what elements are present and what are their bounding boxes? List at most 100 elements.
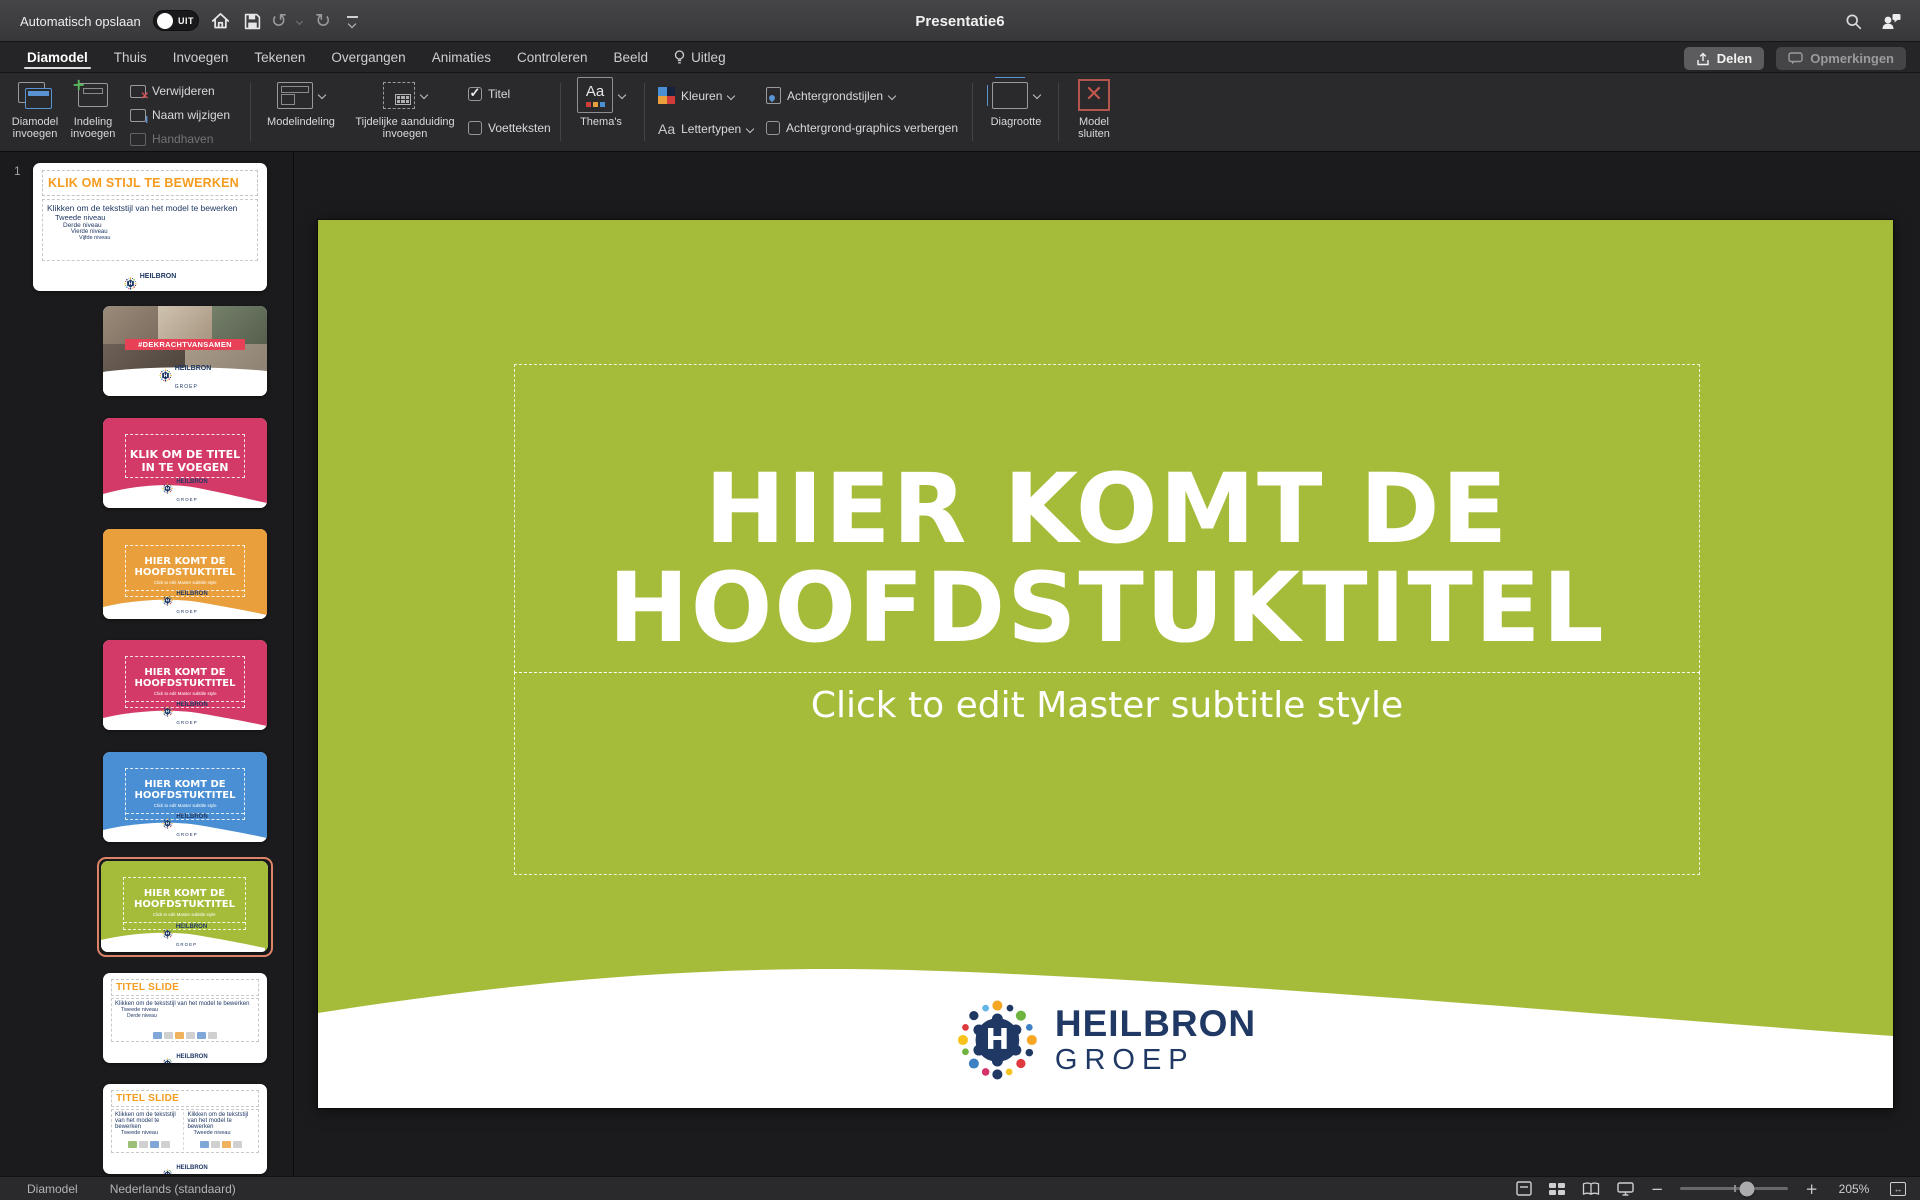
heilbron-logo: HEILBRONGROEP — [162, 915, 207, 951]
chevron-down-icon — [618, 91, 626, 99]
thumb-footer: HEILBRONGROEP — [103, 372, 267, 396]
tab-overgangen[interactable]: Overgangen — [318, 42, 418, 72]
thumbnail-chapter-blue[interactable]: HIER KOMT DEHOOFDSTUKTITEL Click to edit… — [103, 752, 267, 842]
slide-master-icon — [18, 82, 52, 109]
heilbron-logo: HEILBRONGROEP — [162, 1045, 207, 1063]
chevron-down-icon — [1033, 91, 1041, 99]
insert-slide-master-button[interactable]: Diamodel invoegen — [6, 78, 64, 140]
slide-size-icon — [992, 82, 1028, 109]
zoom-out-button[interactable]: − — [1651, 1180, 1664, 1198]
tab-beeld[interactable]: Beeld — [601, 42, 662, 72]
brand-name: HEILBRON — [1055, 1005, 1256, 1042]
tab-animaties[interactable]: Animaties — [419, 42, 504, 72]
background-styles-button[interactable]: Achtergrondstijlen — [766, 87, 895, 104]
slide-master-green[interactable]: HIER KOMT DE HOOFDSTUKTITEL Click to edi… — [318, 220, 1893, 1108]
insert-placeholder-button[interactable]: Tijdelijke aanduiding invoegen — [346, 78, 464, 140]
tab-thuis[interactable]: Thuis — [101, 42, 160, 72]
checkbox-unchecked-icon — [766, 121, 780, 135]
themes-button[interactable]: Aa Thema's — [568, 78, 634, 128]
chevron-down-icon — [746, 125, 754, 133]
placeholder-icon — [383, 82, 415, 109]
theme-fonts-icon: Aa — [658, 121, 675, 137]
preserve-button[interactable]: Handhaven — [130, 132, 213, 146]
rename-icon: I — [130, 109, 146, 122]
insert-layout-icon: + — [78, 83, 108, 107]
lightbulb-icon — [674, 50, 685, 65]
reading-view-icon[interactable] — [1582, 1182, 1600, 1196]
tab-controleren[interactable]: Controleren — [504, 42, 601, 72]
ribbon-divider — [250, 83, 251, 141]
slide-sorter-view-icon[interactable] — [1549, 1183, 1565, 1195]
ribbon-actions: Delen Opmerkingen — [1684, 47, 1906, 70]
footers-checkbox[interactable]: Voetteksten — [468, 121, 551, 135]
delete-slide-icon: ✕ — [130, 85, 146, 98]
rename-button[interactable]: I Naam wijzigen — [130, 108, 230, 122]
checkbox-unchecked-icon — [468, 121, 482, 135]
colors-button[interactable]: Kleuren — [658, 87, 734, 104]
background-styles-icon — [766, 87, 781, 104]
zoom-percentage[interactable]: 205% — [1835, 1182, 1873, 1196]
delete-button[interactable]: ✕ Verwijderen — [130, 84, 215, 98]
thumbnail-titel-slide[interactable]: TITEL SLIDE Klikken om de tekststijl van… — [103, 973, 267, 1063]
view-name-label: Diamodel — [27, 1182, 78, 1196]
thumbnail-titel-slide-two-content[interactable]: TITEL SLIDE Klikken om de tekststijl van… — [103, 1084, 267, 1174]
brand-subname: GROEP — [1055, 1046, 1256, 1075]
thumbnail-chapter-green-selected[interactable]: HIER KOMT DEHOOFDSTUKTITEL Click to edit… — [97, 857, 273, 957]
close-master-icon: ✕ — [1078, 79, 1110, 111]
thumb-title-placeholder: TITEL SLIDE — [111, 1090, 259, 1107]
presence-share-icon[interactable] — [1874, 0, 1906, 42]
zoom-slider[interactable] — [1680, 1187, 1788, 1190]
search-icon[interactable] — [1838, 0, 1868, 42]
thumb-body-placeholder: Klikken om de tekststijl van het model t… — [42, 199, 258, 261]
ribbon-divider — [560, 83, 561, 141]
slide-number: 1 — [14, 164, 21, 178]
ribbon-divider — [644, 83, 645, 141]
tab-tekenen[interactable]: Tekenen — [241, 42, 318, 72]
ribbon-divider — [1058, 83, 1059, 141]
master-layout-icon — [277, 82, 313, 109]
master-layout-button[interactable]: Modelindeling — [258, 78, 344, 128]
title-placeholder[interactable]: HIER KOMT DE HOOFDSTUKTITEL — [514, 364, 1700, 673]
fonts-button[interactable]: Aa Lettertypen — [658, 121, 753, 137]
tab-invoegen[interactable]: Invoegen — [160, 42, 242, 72]
thumb-content-placeholder: Klikken om de tekststijl van het model t… — [111, 1109, 259, 1153]
heilbron-logo: HEILBRONGROEP — [159, 357, 212, 393]
statusbar: Diamodel Nederlands (standaard) − + 205% — [0, 1176, 1920, 1200]
fit-slide-to-window-icon[interactable]: ↔ — [1890, 1182, 1906, 1196]
themes-icon: Aa — [577, 77, 613, 113]
thumbnail-photo-layout[interactable]: #DEKRACHTVANSAMEN HEILBRONGROEP — [103, 306, 267, 396]
comment-icon — [1788, 52, 1803, 65]
heilbron-logo-mark — [955, 998, 1039, 1082]
share-button[interactable]: Delen — [1684, 47, 1764, 70]
thumbnail-chapter-green: HIER KOMT DEHOOFDSTUKTITEL Click to edit… — [101, 861, 268, 952]
language-selector[interactable]: Nederlands (standaard) — [110, 1182, 236, 1196]
tab-uitleg[interactable]: Uitleg — [661, 42, 739, 72]
slideshow-view-icon[interactable] — [1617, 1182, 1634, 1196]
chevron-down-icon — [888, 91, 896, 99]
subtitle-placeholder[interactable]: Click to edit Master subtitle style — [514, 672, 1700, 875]
thumbnail-chapter-crimson[interactable]: HIER KOMT DEHOOFDSTUKTITEL Click to edit… — [103, 640, 267, 730]
ribbon-divider — [972, 83, 973, 141]
hide-background-graphics-checkbox[interactable]: Achtergrond-graphics verbergen — [766, 121, 958, 135]
thumb-content-placeholder: Klikken om de tekststijl van het model t… — [111, 998, 259, 1042]
chevron-down-icon — [318, 91, 326, 99]
theme-colors-icon — [658, 87, 675, 104]
slide-size-button[interactable]: Diagrootte — [980, 78, 1052, 128]
checkbox-checked-icon: ✓ — [468, 87, 482, 101]
thumbnail-master-slide[interactable]: KLIK OM STIJL TE BEWERKEN Klikken om de … — [33, 163, 267, 291]
thumbnail-title-layout-crimson[interactable]: KLIK OM DE TITELIN TE VOEGEN HEILBRONGRO… — [103, 418, 267, 508]
slide-thumbnail-panel: 1 KLIK OM STIJL TE BEWERKEN Klikken om d… — [0, 152, 294, 1176]
heilbron-logo: HEILBRONGROEP — [162, 470, 207, 506]
title-checkbox[interactable]: ✓ Titel — [468, 87, 510, 101]
insert-layout-button[interactable]: + Indeling invoegen — [64, 78, 122, 140]
comments-button[interactable]: Opmerkingen — [1776, 47, 1906, 70]
heilbron-logo: HEILBRONGROEP — [162, 1156, 207, 1174]
tab-diamodel[interactable]: Diamodel — [14, 42, 101, 72]
heilbron-logo: HEILBRONGROEP — [162, 582, 207, 618]
thumbnail-chapter-orange[interactable]: HIER KOMT DEHOOFDSTUKTITEL Click to edit… — [103, 529, 267, 619]
zoom-slider-thumb[interactable] — [1740, 1181, 1755, 1196]
close-master-button[interactable]: ✕ Model sluiten — [1064, 78, 1124, 140]
slide-canvas: HIER KOMT DE HOOFDSTUKTITEL Click to edi… — [295, 152, 1920, 1176]
zoom-in-button[interactable]: + — [1805, 1180, 1818, 1198]
normal-view-icon[interactable] — [1516, 1181, 1532, 1196]
